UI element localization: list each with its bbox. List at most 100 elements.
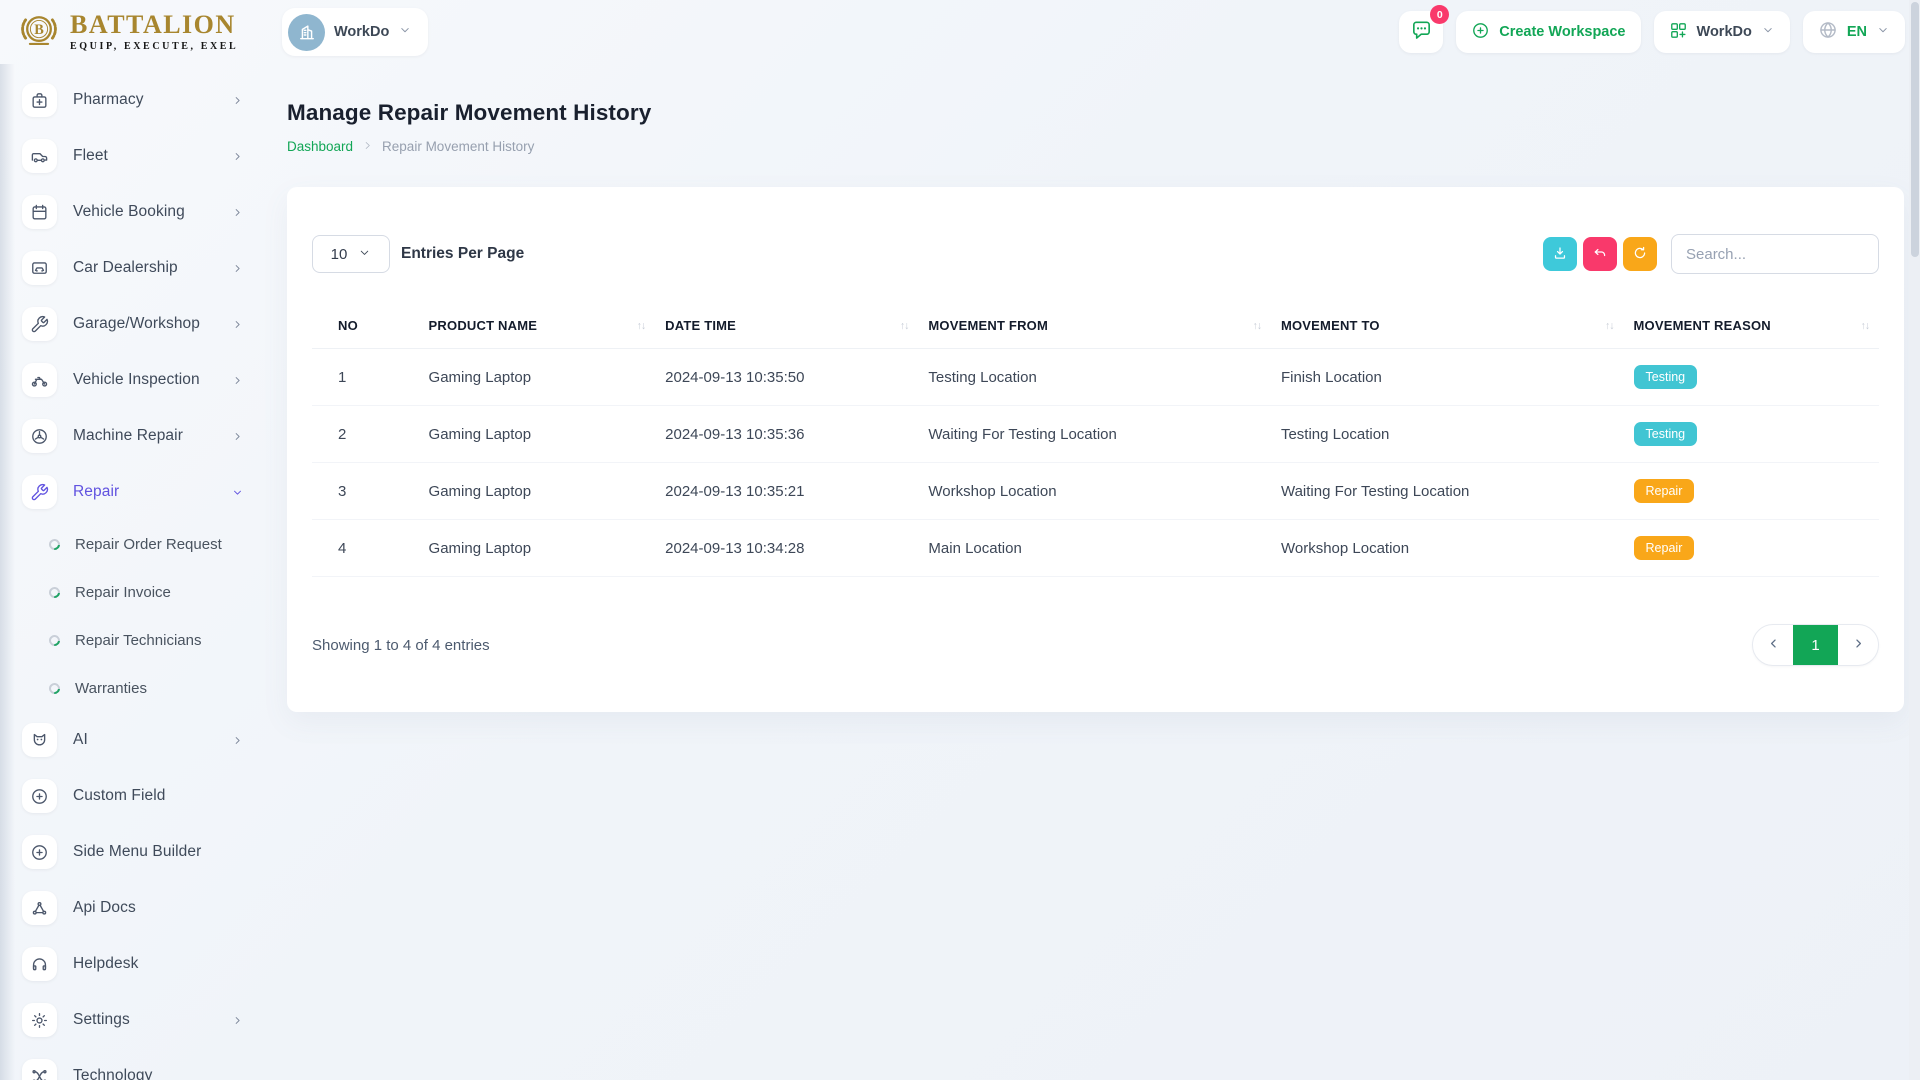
cell-date-time: 2024-09-13 10:35:21 [655,463,918,520]
sidebar-item-custom-field[interactable]: Custom Field [22,768,262,824]
sort-icon: ↑↓ [1605,320,1614,332]
brand-logo[interactable]: B BATTALION EQUIP, EXECUTE, EXEL [16,7,268,58]
column-header-product-name[interactable]: PRODUCT NAME↑↓ [419,308,656,349]
brand-tagline: EQUIP, EXECUTE, EXEL [70,41,238,52]
chevron-right-icon [362,139,373,154]
entries-per-page-label: Entries Per Page [401,245,524,263]
breadcrumb: Dashboard Repair Movement History [287,139,1904,154]
sidebar-item-label: Settings [73,1011,215,1029]
cell-product-name: Gaming Laptop [419,520,656,577]
messages-button[interactable]: 0 [1399,11,1443,53]
plus-circle-icon [1471,21,1490,44]
column-header-movement-to[interactable]: MOVEMENT TO ↑↓ [1271,308,1624,349]
column-header-inner: MOVEMENT TO ↑↓ [1281,318,1614,333]
sidebar-item-helpdesk[interactable]: Helpdesk [22,936,262,992]
sidebar-item-side-menu-builder[interactable]: Side Menu Builder [22,824,262,880]
car-dealership-icon [22,251,57,285]
export-download-button[interactable] [1543,237,1577,271]
fleet-icon [22,139,57,173]
sidebar-item-label: AI [73,731,215,749]
column-label: MOVEMENT TO [1281,318,1380,333]
sidebar-item-car-dealership[interactable]: Car Dealership [22,240,262,296]
column-header-movement-from[interactable]: MOVEMENT FROM↑↓ [918,308,1271,349]
helpdesk-icon [22,947,57,981]
sidebar-item-garage-workshop[interactable]: Garage/Workshop [22,296,262,352]
column-header-inner: NO [338,318,409,333]
reason-badge: Testing [1634,422,1698,446]
technology-icon [22,1059,57,1080]
column-header-inner: MOVEMENT REASON↑↓ [1634,318,1869,333]
cell-date-time: 2024-09-13 10:35:36 [655,406,918,463]
refresh-button[interactable] [1623,237,1657,271]
scrollbar-thumb[interactable] [1911,2,1919,257]
sidebar-item-vehicle-booking[interactable]: Vehicle Booking [22,184,262,240]
entries-per-page-select[interactable]: 10 [312,235,390,273]
sidebar-item-settings[interactable]: Settings [22,992,262,1048]
table-header-row: NOPRODUCT NAME↑↓DATE TIME↑↓MOVEMENT FROM… [312,308,1879,349]
sidebar-item-ai[interactable]: AI [22,712,262,768]
ai-icon [22,723,57,757]
sidebar-item-api-docs[interactable]: Api Docs [22,880,262,936]
sort-icon: ↑↓ [900,320,909,332]
sidebar-item-vehicle-inspection[interactable]: Vehicle Inspection [22,352,262,408]
sidebar-item-pharmacy[interactable]: Pharmacy [22,72,262,128]
workdo-menu-button[interactable]: WorkDo [1654,11,1790,53]
cell-movement-from: Waiting For Testing Location [918,406,1271,463]
sidebar-subitem-repair-invoice[interactable]: Repair Invoice [22,568,262,616]
cell-product-name: Gaming Laptop [419,463,656,520]
sort-icon: ↑↓ [1252,320,1261,332]
sidebar-subitem-warranties[interactable]: Warranties [22,664,262,712]
cell-movement-from: Main Location [918,520,1271,577]
workspace-selector[interactable]: WorkDo [282,8,428,56]
column-label: DATE TIME [665,318,736,333]
column-header-inner: PRODUCT NAME↑↓ [429,318,646,333]
sidebar-subitem-label: Repair Invoice [75,584,171,601]
sidebar-subitem-repair-technicians[interactable]: Repair Technicians [22,616,262,664]
machine-repair-icon [22,419,57,453]
sidebar-item-fleet[interactable]: Fleet [22,128,262,184]
language-selector[interactable]: EN [1803,11,1905,53]
sidebar-item-label: Custom Field [73,787,244,805]
chevron-right-icon [231,262,244,275]
reason-badge: Testing [1634,365,1698,389]
chevron-right-icon [231,734,244,747]
sidebar-item-label: Garage/Workshop [73,315,215,333]
column-header-no: NO [312,308,419,349]
create-workspace-button[interactable]: Create Workspace [1456,11,1640,53]
cell-no: 3 [312,463,419,520]
sidebar-subitem-repair-order-request[interactable]: Repair Order Request [22,520,262,568]
next-page-button[interactable] [1838,625,1878,665]
cell-date-time: 2024-09-13 10:34:28 [655,520,918,577]
entries-summary: Showing 1 to 4 of 4 entries [312,637,490,654]
repair-icon [22,475,57,509]
cell-movement-from: Workshop Location [918,463,1271,520]
breadcrumb-current: Repair Movement History [382,139,534,154]
chevron-right-icon [231,318,244,331]
chevron-right-icon [231,1014,244,1027]
table-card: 10 Entries Per Page [287,187,1904,712]
vehicle-inspection-icon [22,363,57,397]
page-title: Manage Repair Movement History [287,100,1904,126]
search-input[interactable] [1671,234,1879,274]
previous-page-button[interactable] [1753,625,1793,665]
submenu-bullet-icon [47,680,62,695]
column-header-inner: MOVEMENT FROM↑↓ [928,318,1261,333]
sidebar-item-machine-repair[interactable]: Machine Repair [22,408,262,464]
table-row: 4Gaming Laptop2024-09-13 10:34:28Main Lo… [312,520,1879,577]
cell-no: 2 [312,406,419,463]
sidebar-item-repair[interactable]: Repair [22,464,262,520]
column-header-date-time[interactable]: DATE TIME ↑↓ [655,308,918,349]
cell-no: 4 [312,520,419,577]
workspace-avatar [288,14,325,51]
cell-date-time: 2024-09-13 10:35:50 [655,349,918,406]
pagination: 1 [1752,624,1879,666]
undo-button[interactable] [1583,237,1617,271]
page-number-active[interactable]: 1 [1793,625,1838,665]
cell-movement-reason: Repair [1624,463,1879,520]
cell-product-name: Gaming Laptop [419,349,656,406]
sidebar-item-technology[interactable]: Technology [22,1048,262,1080]
column-header-movement-reason[interactable]: MOVEMENT REASON↑↓ [1624,308,1879,349]
breadcrumb-dashboard-link[interactable]: Dashboard [287,139,353,154]
topbar: B BATTALION EQUIP, EXECUTE, EXEL WorkDo … [0,0,1920,64]
column-label: PRODUCT NAME [429,318,538,333]
